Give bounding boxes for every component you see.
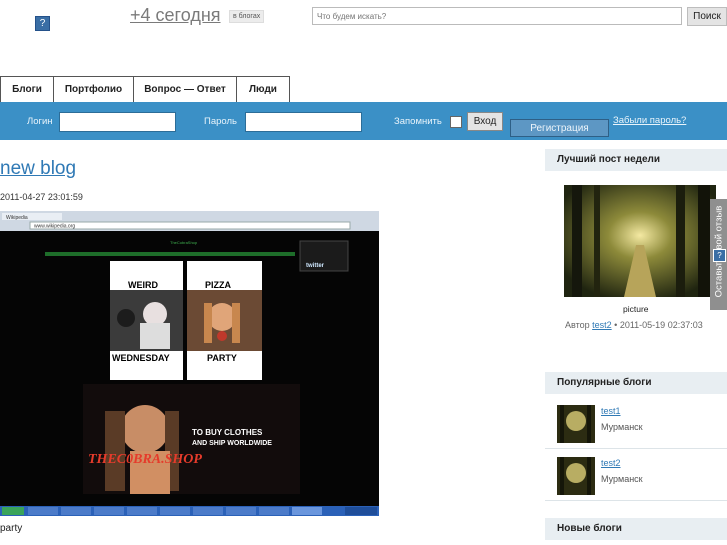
tab-portfolio[interactable]: Портфолио bbox=[54, 77, 134, 102]
author-prefix: Автор bbox=[565, 320, 590, 330]
popular-blog-city: Мурманск bbox=[601, 474, 643, 484]
new-blogs-heading: Новые блоги bbox=[545, 518, 727, 540]
best-post-image[interactable] bbox=[564, 185, 716, 297]
forest-thumb bbox=[557, 457, 595, 495]
popular-blog-link[interactable]: test1 bbox=[601, 406, 621, 416]
main-nav: Блоги Портфолио Вопрос — Ответ Люди bbox=[0, 76, 290, 102]
tab-people[interactable]: Люди bbox=[237, 77, 290, 102]
popular-blog-avatar[interactable] bbox=[557, 405, 595, 443]
search-input[interactable] bbox=[312, 7, 682, 25]
forgot-password-link[interactable]: Забыли пароль? bbox=[613, 115, 686, 126]
address-text: www.wikipedia.org bbox=[34, 224, 75, 230]
popular-blog-link[interactable]: test2 bbox=[601, 458, 621, 468]
login-input[interactable] bbox=[59, 112, 176, 132]
post-screenshot-image[interactable]: Wikipedia www.wikipedia.org TheCobraShop… bbox=[0, 211, 379, 516]
register-button[interactable]: Регистрация bbox=[510, 119, 609, 137]
twitter-text: twitter bbox=[306, 263, 325, 269]
buy-text: TO BUY CLOTHES bbox=[192, 428, 263, 437]
popular-blog-city: Мурманск bbox=[601, 422, 643, 432]
tab-qa[interactable]: Вопрос — Ответ bbox=[134, 77, 237, 102]
author-link[interactable]: test2 bbox=[592, 320, 612, 330]
login-button[interactable]: Вход bbox=[467, 112, 503, 131]
login-label: Логин bbox=[27, 116, 53, 127]
feedback-help-icon: ? bbox=[713, 249, 726, 262]
password-label: Пароль bbox=[204, 116, 237, 127]
today-count-link[interactable]: +4 сегодня bbox=[130, 5, 221, 26]
forest-image bbox=[564, 185, 716, 297]
popular-blog-avatar[interactable] bbox=[557, 457, 595, 495]
help-icon[interactable]: ? bbox=[35, 16, 50, 31]
ship-text: AND SHIP WORLDWIDE bbox=[192, 440, 272, 447]
blogs-badge: в блогах bbox=[229, 10, 265, 23]
banner-text: THEC0BRA.SHOP bbox=[88, 452, 202, 467]
tab-blogs[interactable]: Блоги bbox=[0, 77, 54, 102]
best-post-date: • 2011-05-19 02:37:03 bbox=[614, 320, 703, 330]
post-title-link[interactable]: new blog bbox=[0, 158, 76, 180]
weird-text: WEIRD bbox=[128, 280, 158, 290]
password-input[interactable] bbox=[245, 112, 362, 132]
post-caption: party bbox=[0, 523, 23, 534]
popular-blog-item: test2 Мурманск bbox=[545, 454, 727, 501]
popular-blog-item: test1 Мурманск bbox=[545, 402, 727, 449]
remember-label: Запомнить bbox=[394, 116, 442, 127]
best-post-caption: picture bbox=[623, 304, 649, 314]
best-post-meta: Автор test2 • 2011-05-19 02:37:03 bbox=[565, 320, 703, 330]
feedback-tab[interactable]: Оставьте свой отзыв ? bbox=[710, 199, 727, 310]
forest-thumb bbox=[557, 405, 595, 443]
wednesday-text: WEDNESDAY bbox=[112, 353, 170, 363]
remember-checkbox[interactable] bbox=[450, 116, 462, 128]
svg-text:TheCobraShop: TheCobraShop bbox=[170, 240, 198, 245]
tab-title-text: Wikipedia bbox=[6, 215, 28, 221]
post-date: 2011-04-27 23:01:59 bbox=[0, 192, 83, 202]
search-button[interactable]: Поиск bbox=[687, 7, 727, 26]
best-post-heading: Лучший пост недели bbox=[545, 149, 727, 171]
pizza-text: PIZZA bbox=[205, 280, 231, 290]
popular-blogs-heading: Популярные блоги bbox=[545, 372, 727, 394]
post-image-graphic: Wikipedia www.wikipedia.org TheCobraShop… bbox=[0, 211, 379, 516]
party-text: PARTY bbox=[207, 353, 237, 363]
